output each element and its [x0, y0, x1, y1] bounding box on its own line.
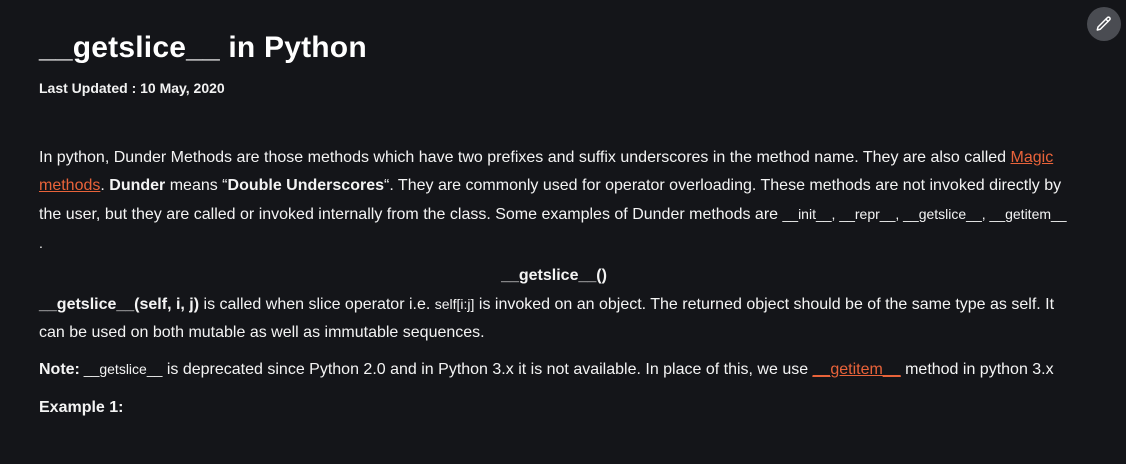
description-text-1: is called when slice operator i.e. [199, 296, 435, 313]
intro-text-2: . [100, 177, 110, 194]
note-label: Note: [39, 361, 80, 378]
example-heading: Example 1: [39, 399, 124, 416]
intro-paragraph: In python, Dunder Methods are those meth… [39, 144, 1069, 258]
note-text-2: method in python 3.x [900, 361, 1054, 378]
dunder-bold: Dunder [109, 177, 166, 194]
last-updated: Last Updated : 10 May, 2020 [39, 80, 225, 96]
intro-text-3: means “ [165, 177, 228, 194]
slice-code: self[i:j] [434, 296, 475, 312]
getitem-link[interactable]: __getitem__ [813, 361, 901, 378]
intro-text-1: In python, Dunder Methods are those meth… [39, 149, 1011, 166]
description-paragraph: __getslice__(self, i, j) is called when … [39, 290, 1069, 347]
edit-button[interactable] [1087, 7, 1121, 41]
pencil-icon [1095, 15, 1113, 33]
section-heading: __getslice__() [501, 267, 607, 284]
note-paragraph: Note: __getslice__ is deprecated since P… [39, 355, 1069, 384]
article-body: In python, Dunder Methods are those meth… [39, 144, 1069, 422]
note-code: __getslice__ [79, 361, 163, 377]
page-title: __getslice__ in Python [39, 31, 367, 64]
article-header: __getslice__ in Python Last Updated : 10… [39, 26, 1079, 96]
note-text-1: is deprecated since Python 2.0 and in Py… [162, 361, 813, 378]
double-underscores-bold: Double Underscores [227, 177, 384, 194]
signature-bold: __getslice__(self, i, j) [39, 296, 200, 313]
